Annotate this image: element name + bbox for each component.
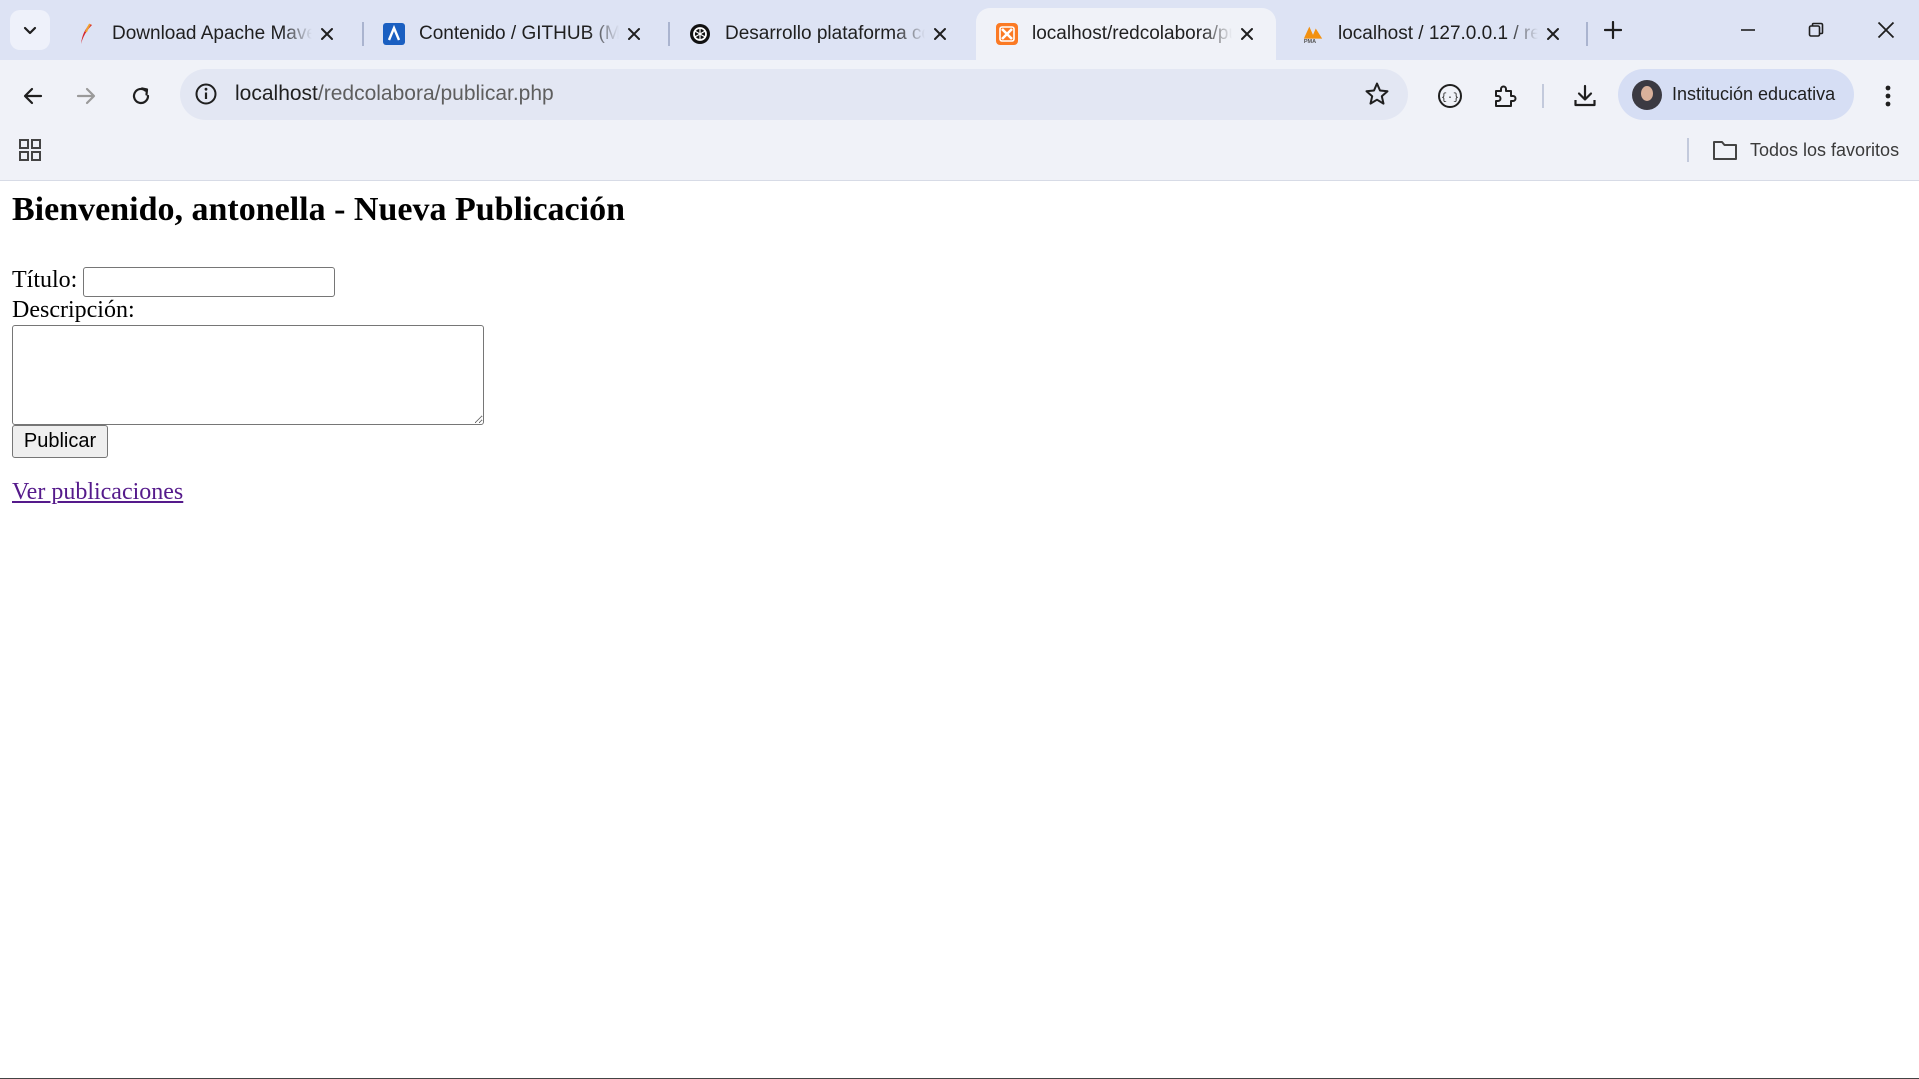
profile-button[interactable]: Institución educativa <box>1618 69 1854 120</box>
chevron-down-icon <box>23 26 37 35</box>
url-path: /redcolabora/publicar.php <box>317 82 554 105</box>
tab-title: Contenido / GITHUB (MICROSOFT) <box>419 23 619 44</box>
more-vert-icon <box>1885 85 1891 107</box>
close-icon[interactable] <box>1542 23 1564 45</box>
tab-title: Desarrollo plataforma colaborativa <box>725 23 925 44</box>
extension-code-icon[interactable]: {·} <box>1432 78 1468 114</box>
folder-icon <box>1713 141 1737 160</box>
toolbar-separator <box>1542 84 1544 108</box>
address-bar[interactable]: localhost/redcolabora/publicar.php <box>180 69 1408 120</box>
title-input[interactable] <box>83 267 335 297</box>
extensions-puzzle-icon[interactable] <box>1487 78 1523 114</box>
description-label: Descripción: <box>12 297 135 323</box>
description-textarea[interactable] <box>12 325 484 425</box>
title-label: Título: <box>12 267 78 293</box>
reload-button[interactable] <box>121 76 161 116</box>
page-content: Bienvenido, antonella - Nueva Publicació… <box>0 181 1919 1078</box>
close-window-button[interactable] <box>1860 8 1912 52</box>
publish-button[interactable]: Publicar <box>12 425 108 458</box>
bookmarks-separator <box>1687 138 1689 162</box>
arrow-right-icon <box>76 87 96 105</box>
bookmark-star-icon[interactable] <box>1364 81 1390 112</box>
info-icon[interactable] <box>194 82 218 111</box>
new-tab-button[interactable] <box>1595 12 1631 48</box>
close-icon[interactable] <box>623 23 645 45</box>
tab-title: localhost/redcolabora/publicar.php <box>1032 23 1232 44</box>
url-host: localhost <box>235 82 318 105</box>
svg-text:{·}: {·} <box>1441 92 1459 104</box>
profile-label: Institución educativa <box>1672 84 1836 104</box>
restore-icon <box>1808 22 1824 37</box>
close-icon[interactable] <box>1236 23 1258 45</box>
svg-text:PMA: PMA <box>1304 39 1316 45</box>
all-bookmarks-button[interactable]: Todos los favoritos <box>1712 136 1899 164</box>
restore-button[interactable] <box>1790 8 1842 52</box>
download-icon[interactable] <box>1567 78 1603 114</box>
tab-phpmyadmin[interactable]: PMA localhost / 127.0.0.1 / redcolabora <box>1282 8 1582 60</box>
close-icon[interactable] <box>316 23 338 45</box>
back-button[interactable] <box>13 76 53 116</box>
browser-chrome: Download Apache Maven Contenido / GITHUB… <box>0 0 1919 181</box>
tab-contenido[interactable]: Contenido / GITHUB (MICROSOFT) <box>363 8 663 60</box>
browser-menu-button[interactable] <box>1870 76 1906 116</box>
reload-icon <box>132 87 150 105</box>
tab-publicar[interactable]: localhost/redcolabora/publicar.php <box>976 8 1276 60</box>
page-title: Bienvenido, antonella - Nueva Publicació… <box>12 191 625 228</box>
phpmyadmin-icon: PMA <box>1302 23 1324 45</box>
tab-strip: Download Apache Maven Contenido / GITHUB… <box>0 0 1919 60</box>
forward-button[interactable] <box>66 76 106 116</box>
all-bookmarks-label: Todos los favoritos <box>1750 139 1900 160</box>
view-publications-link[interactable]: Ver publicaciones <box>12 479 183 506</box>
tab-title: localhost / 127.0.0.1 / redcolabora <box>1338 23 1538 44</box>
close-icon[interactable] <box>929 23 951 45</box>
minimize-button[interactable] <box>1722 8 1774 52</box>
plus-icon <box>1604 21 1622 39</box>
tab-separator <box>1586 22 1588 46</box>
close-icon <box>1877 21 1895 39</box>
lambda-icon <box>383 23 405 45</box>
tab-maven[interactable]: Download Apache Maven <box>56 8 356 60</box>
tab-search-button[interactable] <box>10 10 50 50</box>
xampp-icon <box>996 23 1018 45</box>
tab-desarrollo[interactable]: Desarrollo plataforma colaborativa <box>669 8 969 60</box>
avatar <box>1632 79 1662 110</box>
apps-grid-icon[interactable] <box>16 136 44 164</box>
arrow-left-icon <box>23 87 43 105</box>
tab-title: Download Apache Maven <box>112 23 312 44</box>
minimize-icon <box>1741 29 1755 31</box>
url-text[interactable]: localhost/redcolabora/publicar.php <box>235 82 554 106</box>
maven-feather-icon <box>76 23 98 45</box>
openai-icon <box>689 23 711 45</box>
